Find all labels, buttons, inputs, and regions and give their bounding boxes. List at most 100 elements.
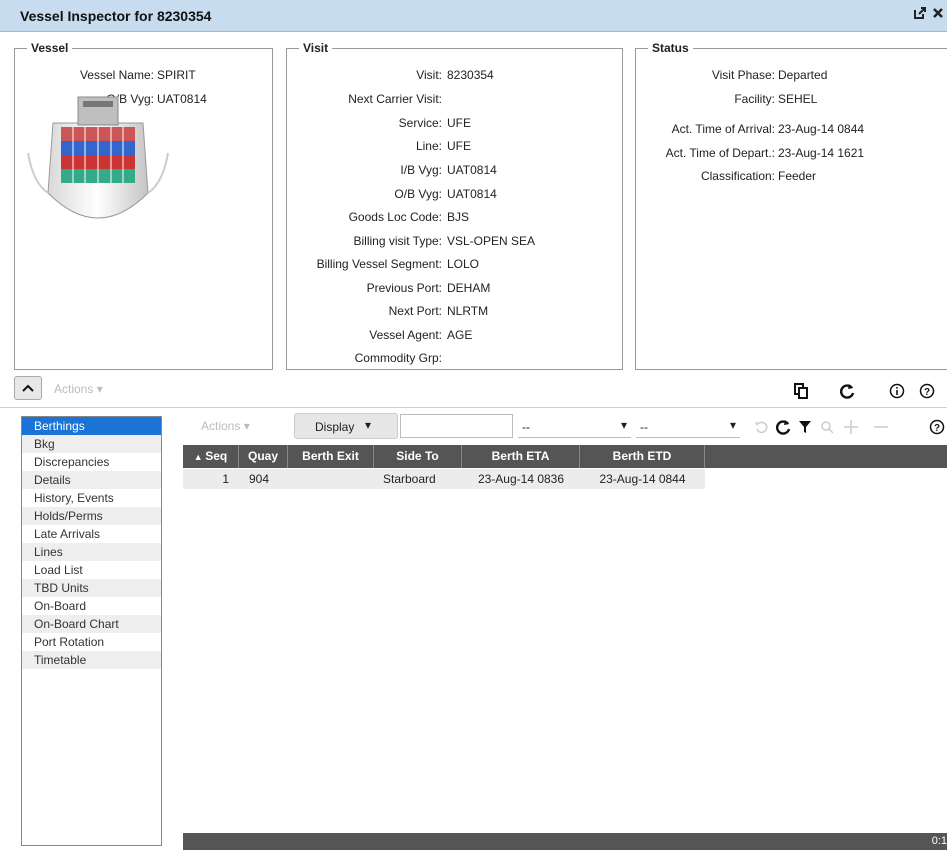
copy-button[interactable] — [792, 382, 810, 400]
visit-field-value: DEHAM — [447, 281, 491, 295]
nav-item[interactable]: On-Board Chart — [22, 615, 161, 633]
vessel-legend: Vessel — [27, 41, 73, 55]
nav-item[interactable]: Timetable — [22, 651, 161, 669]
visit-field-value: UFE — [447, 116, 471, 130]
column-header-label: Berth ETD — [612, 449, 672, 463]
close-icon[interactable] — [933, 6, 947, 24]
nav-item[interactable]: Lines — [22, 543, 161, 561]
visit-field-value: 8230354 — [447, 68, 494, 82]
status-field-label: Visit Phase: — [711, 68, 775, 82]
actions-label: Actions — [54, 382, 94, 396]
caret-down-icon: ▾ — [243, 419, 250, 433]
nav-item[interactable]: On-Board — [22, 597, 161, 615]
refresh-button[interactable] — [838, 382, 856, 400]
column-header[interactable]: Quay — [239, 445, 288, 468]
visit-panel: Visit Visit: 8230354 Next Carrier Visit: Se… — [286, 41, 623, 370]
column-header[interactable]: Berth ETA — [462, 445, 580, 468]
caret-down-icon: ▾ — [620, 418, 627, 432]
column-header[interactable]: ▲ Seq — [183, 445, 239, 468]
column-header-label: Berth ETA — [491, 449, 550, 463]
grid-actions-menu[interactable]: Actions ▾ — [201, 419, 250, 433]
search-icon — [821, 421, 834, 434]
visit-field-label: Previous Port: — [366, 281, 442, 295]
table-cell: 1 — [222, 472, 229, 486]
undo-button[interactable] — [752, 418, 770, 436]
help-icon: ? — [929, 419, 945, 435]
table-cell — [288, 469, 374, 489]
visit-field-label: Commodity Grp: — [354, 351, 442, 365]
window-titlebar: Vessel Inspector for 8230354 — [0, 0, 947, 32]
status-field-label: Classification: — [700, 169, 775, 183]
nav-item[interactable]: Load List — [22, 561, 161, 579]
filter-select-1[interactable]: -- ▾ — [518, 414, 631, 438]
nav-item[interactable]: Holds/Perms — [22, 507, 161, 525]
status-field-label: Facility: — [734, 92, 775, 106]
nav-item[interactable]: Details — [22, 471, 161, 489]
visit-field-label: Vessel Agent: — [369, 328, 442, 342]
status-field-value: 23-Aug-14 1621 — [778, 146, 865, 160]
minus-icon — [874, 426, 888, 428]
plus-icon — [844, 420, 858, 434]
nav-item[interactable]: Berthings — [22, 417, 161, 435]
nav-item[interactable]: Bkg — [22, 435, 161, 453]
search-button[interactable] — [818, 418, 836, 436]
table-cell: 23-Aug-14 0836 — [477, 472, 565, 486]
visit-field-label: Billing visit Type: — [353, 234, 442, 248]
column-header-label: Quay — [247, 449, 278, 463]
svg-text:?: ? — [924, 387, 930, 398]
help-button[interactable]: ? — [918, 382, 936, 400]
vessel-name-label: Vessel Name: — [79, 68, 154, 82]
visit-legend: Visit — [299, 41, 333, 55]
caret-down-icon: ▾ — [729, 418, 736, 432]
visit-field-label: O/B Vyg: — [394, 187, 442, 201]
status-field-label: Act. Time of Depart.: — [665, 146, 775, 160]
table-row[interactable]: 1 904 Starboard 23-Aug-14 0836 23-Aug-14 084… — [183, 469, 705, 489]
grid-header: ▲ Seq Quay Berth Exit Side To Berth ETA Berth… — [183, 445, 947, 468]
display-label: Display — [315, 420, 355, 434]
filter-select-2-value: -- — [640, 420, 648, 434]
nav-item[interactable]: Late Arrivals — [22, 525, 161, 543]
tab-nav: Berthings Bkg Discrepancies Details History,… — [21, 416, 162, 846]
visit-field-value: VSL-OPEN SEA — [447, 234, 536, 248]
window-title: Vessel Inspector for 8230354 — [20, 8, 212, 24]
grid-refresh-button[interactable] — [774, 418, 792, 436]
collapse-button[interactable] — [14, 376, 42, 400]
vessel-image — [23, 83, 169, 233]
search-input[interactable] — [400, 414, 513, 438]
add-button[interactable] — [842, 418, 860, 436]
grid-help-button[interactable]: ? — [928, 418, 946, 436]
table-cell: Starboard — [383, 472, 436, 486]
nav-item[interactable]: Discrepancies — [22, 453, 161, 471]
info-button[interactable] — [888, 382, 906, 400]
grid-footer-count: 0:1 — [931, 835, 947, 847]
visit-field-label: Next Port: — [388, 304, 442, 318]
status-field-value: SEHEL — [778, 92, 818, 106]
visit-field-label: Goods Loc Code: — [348, 210, 442, 224]
status-field-value: Departed — [778, 68, 828, 82]
visit-field-value: UAT0814 — [447, 187, 497, 201]
nav-item[interactable]: History, Events — [22, 489, 161, 507]
refresh-icon — [776, 420, 791, 435]
visit-field-label: Billing Vessel Segment: — [316, 257, 442, 271]
svg-text:?: ? — [934, 423, 940, 434]
status-field-value: Feeder — [778, 169, 817, 183]
popout-icon[interactable] — [913, 6, 927, 24]
filter-select-2[interactable]: -- ▾ — [636, 414, 740, 438]
status-legend: Status — [648, 41, 693, 55]
vessel-panel: Vessel Vessel Name: SPIRIT O/B Vyg: UAT0… — [14, 41, 273, 370]
column-header[interactable]: Berth Exit — [288, 445, 374, 468]
vessel-name-value: SPIRIT — [157, 68, 196, 82]
remove-button[interactable] — [872, 418, 890, 436]
grid-actions-label: Actions — [201, 419, 241, 433]
filter-button[interactable] — [796, 418, 814, 436]
column-header[interactable]: Berth ETD — [580, 445, 705, 468]
table-cell: 904 — [249, 472, 270, 486]
nav-item[interactable]: Port Rotation — [22, 633, 161, 651]
column-header[interactable]: Side To — [374, 445, 462, 468]
visit-field-label: I/B Vyg: — [400, 163, 442, 177]
nav-item[interactable]: TBD Units — [22, 579, 161, 597]
display-menu[interactable]: Display ▾ — [294, 413, 398, 439]
actions-menu[interactable]: Actions ▾ — [54, 382, 103, 396]
visit-field-label: Line: — [415, 139, 442, 153]
visit-field-value: LOLO — [447, 257, 480, 271]
